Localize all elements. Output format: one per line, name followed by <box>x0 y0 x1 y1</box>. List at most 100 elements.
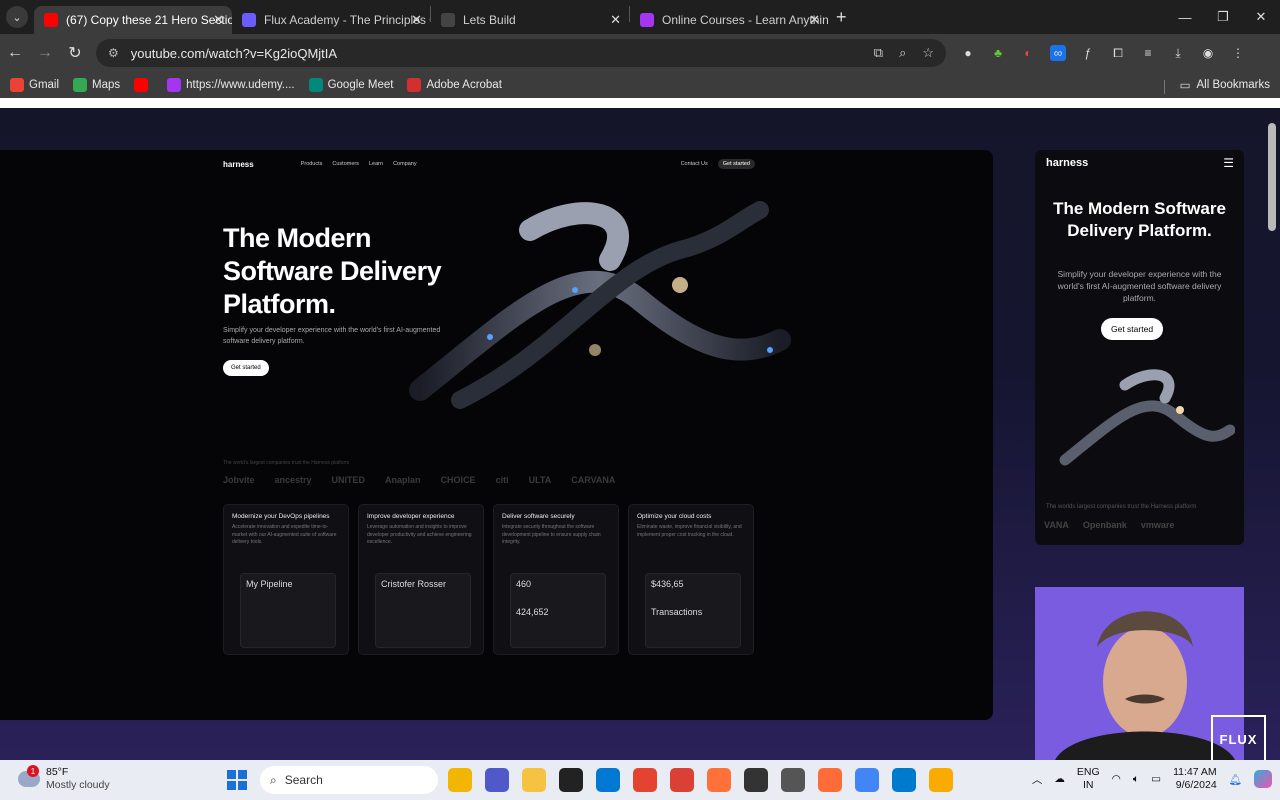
tab-favicon-icon <box>640 13 654 27</box>
url-text: youtube.com/watch?v=Kg2ioQMjtIA <box>130 45 338 61</box>
maximize-button[interactable]: ❐ <box>1204 0 1242 34</box>
window-controls: — ❐ ✕ <box>1166 0 1280 34</box>
customer-logo: CARVANA <box>571 475 616 485</box>
tab-title: Online Courses - Learn Anything <box>662 13 828 27</box>
chrome-icon[interactable] <box>855 768 879 792</box>
nav-get-started: Get started <box>717 159 755 169</box>
folder-icon[interactable] <box>522 768 546 792</box>
forward-icon[interactable]: → <box>30 44 60 62</box>
bookmark-item[interactable]: Adobe Acrobat <box>407 78 502 92</box>
feature-card-mockup: $436,65 Transactions <box>645 573 741 648</box>
mockup-value: Cristofer Rosser <box>381 579 447 589</box>
zoom-icon[interactable]: ⌕ <box>899 45 906 61</box>
flux-watermark: FLUX <box>1211 715 1266 763</box>
extension-3-icon[interactable]: ◐ <box>1020 45 1036 61</box>
bookmark-item[interactable]: Gmail <box>10 78 59 92</box>
firefox-icon[interactable] <box>707 768 731 792</box>
extension-4-icon[interactable]: ∞ <box>1050 45 1066 61</box>
volume-icon[interactable]: 🔈︎ <box>1133 773 1139 786</box>
open-in-app-icon[interactable]: ⧉ <box>874 45 883 61</box>
bookmark-favicon-icon <box>10 78 24 92</box>
customer-logo: UNITED <box>331 475 366 485</box>
nav-contact: Contact Us <box>680 161 708 167</box>
extension-5-icon[interactable]: ƒ <box>1080 45 1096 61</box>
minimize-button[interactable]: — <box>1166 0 1204 34</box>
copilot-icon[interactable] <box>1254 770 1272 788</box>
extensions-area: ● ♣ ◐ ∞ ƒ ⧠ ≡ ⤓ ◉ ⋮ <box>960 45 1246 61</box>
onedrive-icon[interactable]: ☁ <box>1054 773 1065 785</box>
tray-overflow-icon[interactable]: ︿ <box>1032 772 1043 787</box>
tab-close-icon[interactable]: ✕ <box>809 12 820 28</box>
smart-icon[interactable] <box>559 768 583 792</box>
trust-caption: The world's largest companies trust the … <box>223 460 350 466</box>
hamburger-icon: ☰ <box>1223 156 1234 170</box>
browser-tab[interactable]: Lets Build ✕ <box>431 6 629 34</box>
extension-1-icon[interactable]: ● <box>960 45 976 61</box>
tab-strip: ⌄ (67) Copy these 21 Hero Sections ✕ Flux … <box>0 0 1280 34</box>
bookmark-item[interactable]: Maps <box>73 78 120 92</box>
extension-2-icon[interactable]: ♣ <box>990 45 1006 61</box>
browser-tab[interactable]: (67) Copy these 21 Hero Sections ✕ <box>34 6 232 34</box>
clock[interactable]: 11:47 AM 9/6/2024 <box>1173 766 1217 792</box>
address-bar[interactable]: ⚙ youtube.com/watch?v=Kg2ioQMjtIA ⧉ ⌕ ☆ <box>96 39 946 67</box>
bookmark-label: Gmail <box>29 79 60 91</box>
store-icon[interactable] <box>596 768 620 792</box>
bookmark-label: Adobe Acrobat <box>426 79 502 91</box>
media-control-icon[interactable]: ≡ <box>1140 45 1156 61</box>
bookmark-favicon-icon <box>167 78 182 92</box>
bookmark-item[interactable]: https://www.udemy.... <box>167 78 295 92</box>
all-bookmarks-label: All Bookmarks <box>1196 79 1271 91</box>
todoist-icon[interactable] <box>633 768 657 792</box>
close-window-button[interactable]: ✕ <box>1242 0 1280 34</box>
video-frame[interactable]: harness Products Customers Learn Company… <box>0 108 1280 763</box>
feature-card-mockup: My Pipeline <box>240 573 336 648</box>
feature-card: Optimize your cloud costs Eliminate waste… <box>628 504 754 655</box>
piano2-icon[interactable] <box>781 768 805 792</box>
teams-icon[interactable] <box>485 768 509 792</box>
weather-widget[interactable]: 1 85°F Mostly cloudy <box>18 765 110 792</box>
file-explorer-icon[interactable] <box>448 768 472 792</box>
site-info-icon[interactable]: ⚙ <box>108 46 119 60</box>
taskbar-search[interactable]: ⌕ Search <box>260 766 438 794</box>
tab-close-icon[interactable]: ✕ <box>213 12 224 28</box>
search-label: Search <box>284 773 323 787</box>
tab-search-icon[interactable]: ⌄ <box>6 6 28 28</box>
downloads-icon[interactable]: ⤓ <box>1170 45 1186 61</box>
language-indicator[interactable]: ENG IN <box>1077 766 1100 792</box>
feature-card-title: Deliver software securely <box>502 513 575 520</box>
browser-menu-icon[interactable]: ⋮ <box>1230 45 1246 61</box>
weather-temp: 85°F <box>46 766 69 778</box>
customer-logos: Jobvite ancestry UNITED Anaplan CHOICE citi UL… <box>223 475 755 485</box>
bookmark-star-icon[interactable]: ☆ <box>922 45 934 61</box>
site-nav: harness Products Customers Learn Company… <box>223 157 755 171</box>
feature-card-title: Modernize your DevOps pipelines <box>232 513 330 520</box>
feature-card-text: Leverage automation and insights to impr… <box>367 524 472 545</box>
profile-avatar-icon[interactable]: ◉ <box>1200 45 1216 61</box>
extensions-puzzle-icon[interactable]: ⧠ <box>1110 45 1126 61</box>
customer-logo: ancestry <box>274 475 312 485</box>
battery-icon[interactable]: ▭ <box>1151 773 1161 785</box>
chrome-canary-icon[interactable] <box>929 768 953 792</box>
tab-close-icon[interactable]: ✕ <box>610 12 621 28</box>
reload-icon[interactable]: ↻ <box>60 43 90 63</box>
mobile-customer-logo: Openbank <box>1082 520 1127 530</box>
tasks-icon[interactable] <box>670 768 694 792</box>
postman-icon[interactable] <box>818 768 842 792</box>
page-scrollbar[interactable] <box>1268 123 1276 231</box>
windows-start-icon[interactable] <box>227 770 247 790</box>
tab-close-icon[interactable]: ✕ <box>411 12 422 28</box>
browser-tab[interactable]: Flux Academy - The Principles C ✕ <box>232 6 430 34</box>
notification-bell-icon[interactable]: 🔔︎ <box>1229 773 1242 786</box>
back-icon[interactable]: ← <box>0 44 30 62</box>
all-bookmarks-button[interactable]: ▭ All Bookmarks <box>1163 78 1271 94</box>
folder-icon: ▭ <box>1179 80 1191 92</box>
new-tab-button[interactable]: + <box>836 7 847 28</box>
vscode-icon[interactable] <box>892 768 916 792</box>
nav-learn: Learn <box>369 161 384 167</box>
piano-icon[interactable] <box>744 768 768 792</box>
bookmark-item[interactable] <box>134 78 153 92</box>
wifi-icon[interactable]: ◠ <box>1112 773 1121 785</box>
bookmark-item[interactable]: Google Meet <box>308 78 393 92</box>
browser-tab[interactable]: Online Courses - Learn Anything ✕ <box>630 6 828 34</box>
bookmark-favicon-icon <box>134 78 149 92</box>
